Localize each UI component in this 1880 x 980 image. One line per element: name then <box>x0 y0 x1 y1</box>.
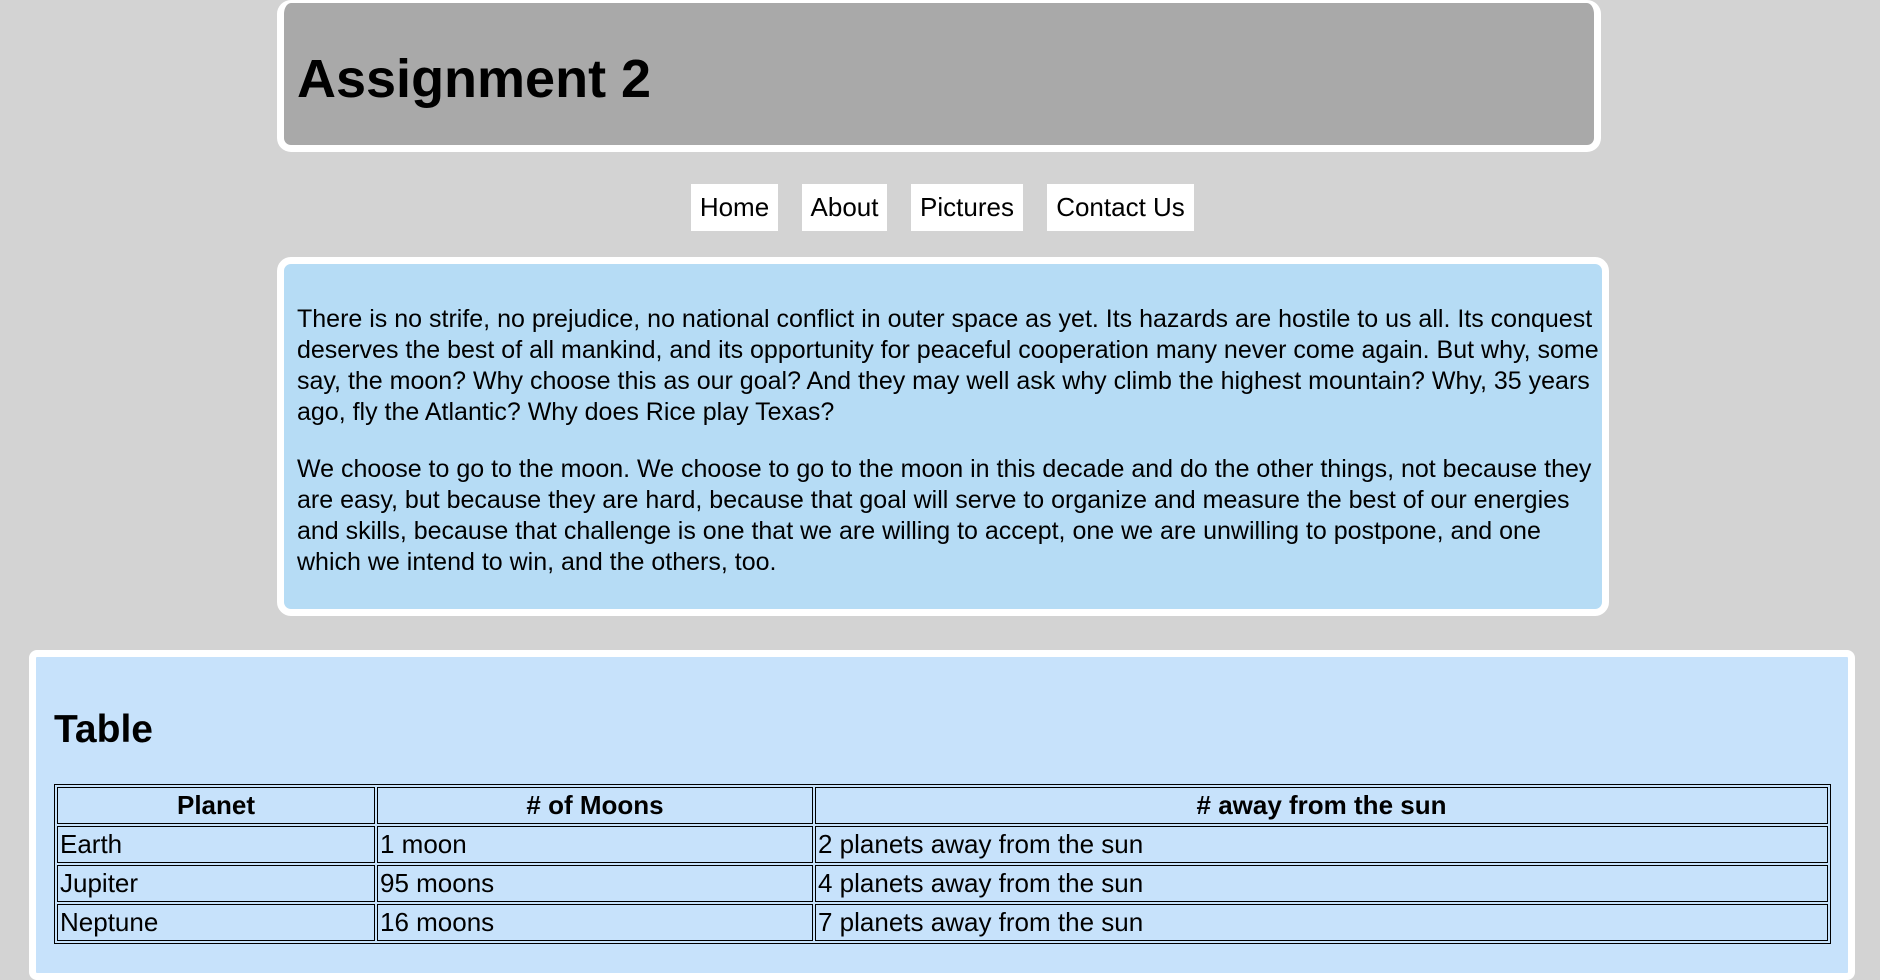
table-row: Neptune 16 moons 7 planets away from the… <box>57 904 1828 941</box>
table-cell: 2 planets away from the sun <box>815 826 1828 863</box>
table-heading: Table <box>54 708 153 751</box>
table-row: Earth 1 moon 2 planets away from the sun <box>57 826 1828 863</box>
column-header-planet: Planet <box>57 787 375 824</box>
table-cell: Neptune <box>57 904 375 941</box>
table-cell: 7 planets away from the sun <box>815 904 1828 941</box>
nav-contact-us-button[interactable]: Contact Us <box>1047 184 1194 231</box>
page-title: Assignment 2 <box>297 49 652 109</box>
content-box: There is no strife, no prejudice, no nat… <box>277 257 1609 616</box>
page-header: Assignment 2 <box>277 0 1601 152</box>
column-header-distance: # away from the sun <box>815 787 1828 824</box>
column-header-moons: # of Moons <box>377 787 813 824</box>
table-cell: 4 planets away from the sun <box>815 865 1828 902</box>
table-cell: Earth <box>57 826 375 863</box>
nav-bar: Home About Pictures Contact Us <box>0 184 1880 231</box>
nav-about-button[interactable]: About <box>802 184 887 231</box>
nav-home-button[interactable]: Home <box>691 184 778 231</box>
table-cell: 16 moons <box>377 904 813 941</box>
table-header-row: Planet # of Moons # away from the sun <box>57 787 1828 824</box>
table-cell: 1 moon <box>377 826 813 863</box>
table-cell: 95 moons <box>377 865 813 902</box>
nav-pictures-button[interactable]: Pictures <box>911 184 1023 231</box>
paragraph-1: There is no strife, no prejudice, no nat… <box>297 305 1599 426</box>
paragraph-2: We choose to go to the moon. We choose t… <box>297 455 1592 576</box>
table-section: Table Planet # of Moons # away from the … <box>29 650 1855 980</box>
table-row: Jupiter 95 moons 4 planets away from the… <box>57 865 1828 902</box>
table-cell: Jupiter <box>57 865 375 902</box>
planet-table: Planet # of Moons # away from the sun Ea… <box>54 784 1831 944</box>
